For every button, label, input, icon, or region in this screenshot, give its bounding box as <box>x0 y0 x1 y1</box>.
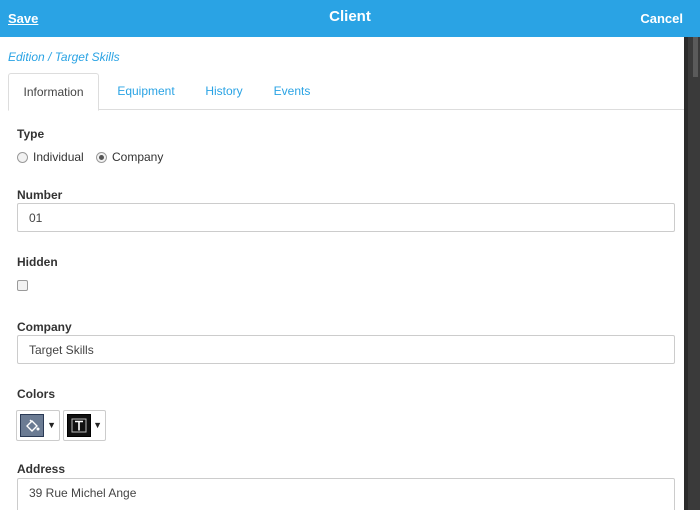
chevron-down-icon: ▼ <box>93 420 102 430</box>
radio-individual-label: Individual <box>33 150 84 164</box>
colors-label: Colors <box>17 387 56 401</box>
tab-information[interactable]: Information <box>8 73 99 111</box>
radio-individual-button[interactable] <box>17 151 28 163</box>
address-input[interactable] <box>17 478 675 510</box>
scrollbar[interactable] <box>684 37 700 510</box>
chevron-down-icon: ▼ <box>47 420 56 430</box>
address-label: Address <box>17 462 66 476</box>
number-input[interactable] <box>17 203 675 232</box>
text-color-picker[interactable]: ▼ <box>63 410 106 441</box>
number-label: Number <box>17 188 63 202</box>
radio-individual[interactable]: Individual <box>17 150 84 164</box>
breadcrumb[interactable]: Edition / Target Skills <box>8 50 120 64</box>
tab-events[interactable]: Events <box>263 73 321 110</box>
company-input[interactable] <box>17 335 675 364</box>
header-bar: Save Client Cancel <box>0 0 700 37</box>
hidden-label: Hidden <box>17 255 58 269</box>
tab-bar: Information Equipment History Events <box>8 73 684 111</box>
dialog-title: Client <box>329 8 371 25</box>
hidden-checkbox[interactable] <box>17 280 28 291</box>
paint-bucket-icon <box>20 414 44 437</box>
tab-history[interactable]: History <box>194 73 254 110</box>
company-label: Company <box>17 320 72 334</box>
background-color-picker[interactable]: ▼ <box>16 410 60 441</box>
radio-company[interactable]: Company <box>96 150 163 164</box>
scrollbar-thumb[interactable] <box>693 37 698 77</box>
type-label: Type <box>17 127 45 141</box>
radio-company-label: Company <box>112 150 164 164</box>
radio-company-button[interactable] <box>96 151 107 163</box>
text-color-icon <box>67 414 91 437</box>
cancel-button[interactable]: Cancel <box>640 11 683 26</box>
tab-equipment[interactable]: Equipment <box>102 73 190 110</box>
